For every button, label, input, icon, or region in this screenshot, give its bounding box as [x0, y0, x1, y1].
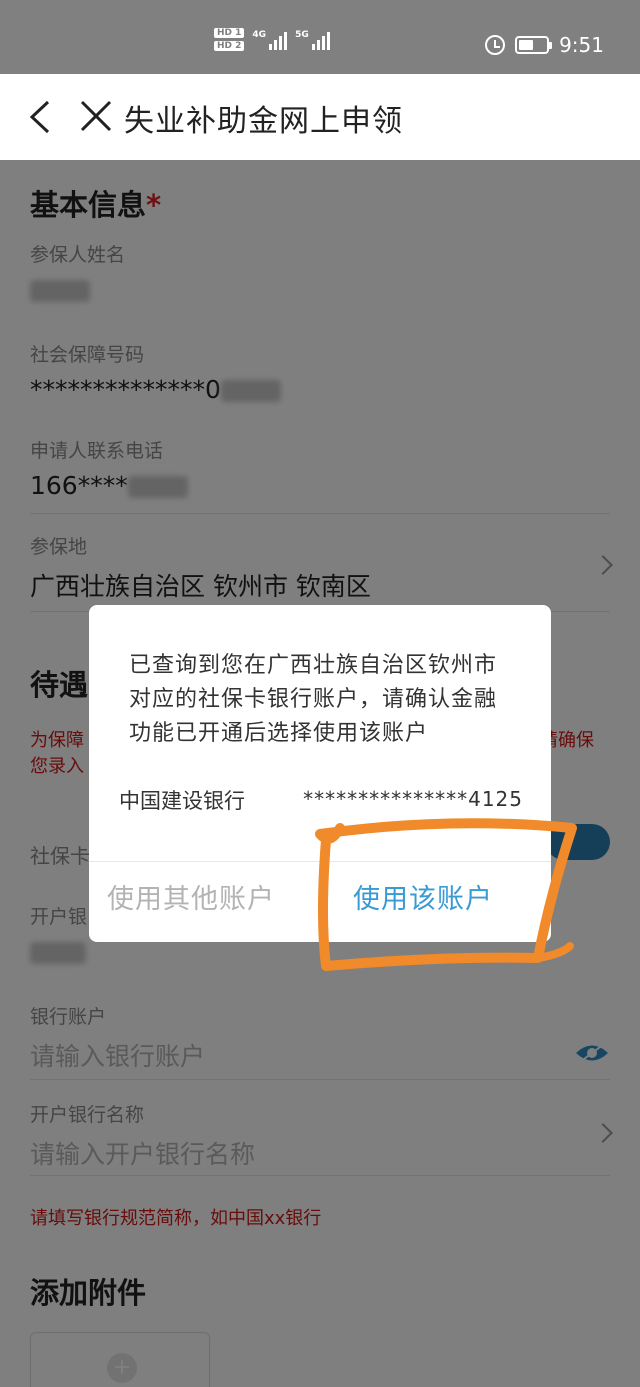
alarm-icon	[485, 35, 506, 55]
close-button[interactable]	[80, 100, 112, 136]
annotation-highlight	[315, 818, 577, 971]
battery-icon	[515, 36, 553, 54]
signal-icon: 4G	[252, 29, 288, 50]
status-right: 9:51	[485, 33, 604, 57]
network-indicators: HD 1 HD 2 4G 5G	[214, 28, 330, 51]
clock: 9:51	[559, 33, 604, 57]
signal-icon: 5G	[295, 30, 330, 50]
net2-label: 5G	[295, 29, 309, 40]
net1-label: 4G	[252, 29, 267, 40]
hd2-badge: HD 2	[214, 41, 245, 51]
chevron-left-icon	[29, 100, 50, 134]
dialog-message: 已查询到您在广西壮族自治区钦州市对应的社保卡银行账户，请确认金融功能已开通后选择…	[129, 653, 498, 746]
dialog-bank-name: 中国建设银行	[119, 789, 245, 813]
hd1-badge: HD 1	[214, 28, 245, 38]
back-button[interactable]	[28, 100, 52, 138]
hd-badges: HD 1 HD 2	[214, 28, 245, 51]
use-other-account-button[interactable]: 使用其他账户	[107, 877, 275, 916]
page-title: 失业补助金网上申领	[124, 104, 403, 139]
status-bar: HD 1 HD 2 4G 5G 9:51	[0, 0, 640, 74]
close-icon	[80, 100, 112, 132]
